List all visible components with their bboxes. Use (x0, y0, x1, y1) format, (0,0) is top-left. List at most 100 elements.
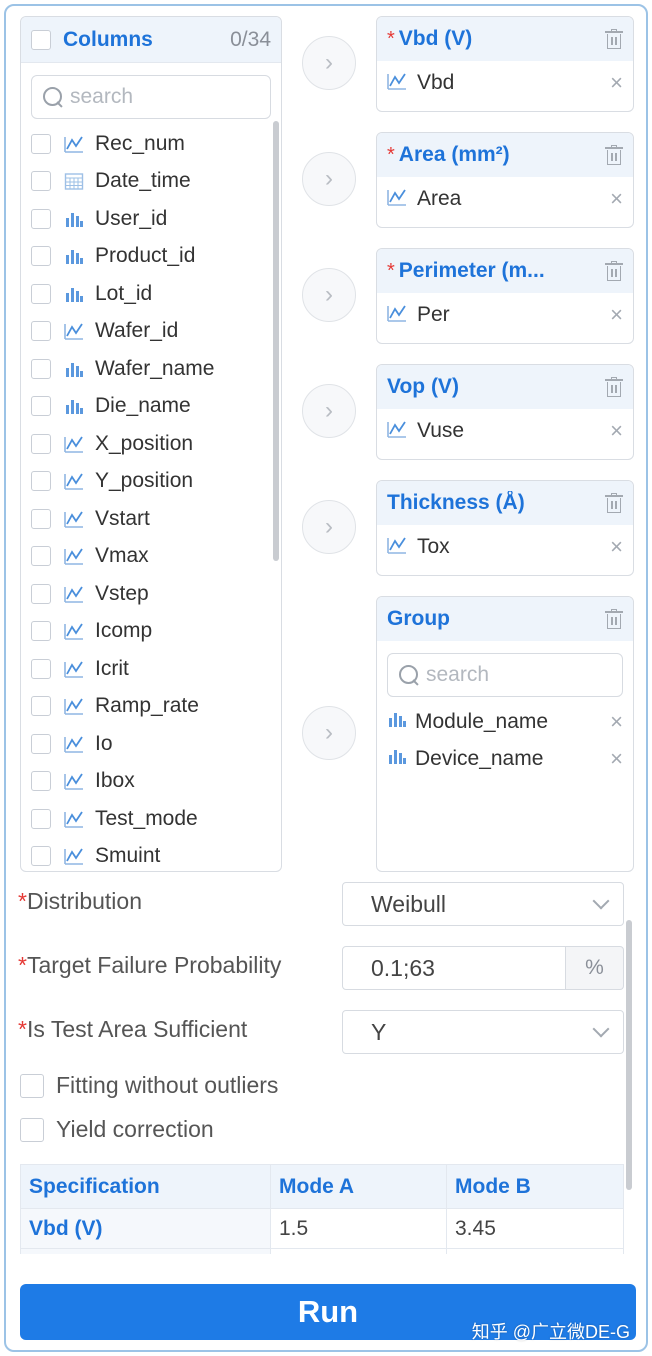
column-checkbox[interactable] (31, 508, 51, 529)
table-cell: Vbd (V) (20, 1208, 271, 1249)
column-checkbox[interactable] (31, 583, 51, 604)
test-area-select[interactable]: Y (342, 1010, 624, 1054)
column-checkbox[interactable] (31, 246, 51, 267)
trash-icon[interactable] (605, 29, 623, 49)
column-item[interactable]: Lot_id (21, 275, 281, 313)
target-title: Area (mm²) (398, 143, 510, 166)
move-to-thickness-button[interactable]: › (302, 500, 356, 554)
column-item[interactable]: Date_time (21, 163, 281, 201)
close-icon[interactable]: × (610, 418, 623, 444)
column-item[interactable]: Io (21, 725, 281, 763)
column-item[interactable]: User_id (21, 200, 281, 238)
yield-label: Yield correction (56, 1116, 214, 1142)
close-icon[interactable]: × (610, 746, 623, 772)
columns-count: 0/34 (230, 27, 271, 51)
fitting-checkbox[interactable] (20, 1073, 44, 1098)
column-item[interactable]: Smuint (21, 838, 281, 872)
target-item[interactable]: Area × (377, 177, 633, 221)
column-checkbox[interactable] (31, 358, 51, 379)
column-label: User_id (95, 206, 168, 230)
column-item[interactable]: Vstart (21, 500, 281, 538)
column-checkbox[interactable] (31, 546, 51, 567)
column-item[interactable]: Wafer_name (21, 350, 281, 388)
target-box: * Vbd (V) Vbd × (376, 16, 634, 112)
column-item[interactable]: Rec_num (21, 125, 281, 163)
percent-addon: % (566, 946, 624, 990)
table-cell[interactable]: 3.45 (446, 1208, 624, 1249)
column-checkbox[interactable] (31, 208, 51, 229)
close-icon[interactable]: × (610, 302, 623, 328)
select-all-checkbox[interactable] (31, 29, 51, 50)
test-area-value: Y (371, 1018, 387, 1045)
trash-icon[interactable] (605, 145, 623, 165)
line-chart-icon (63, 545, 85, 567)
group-search-input[interactable]: search (387, 653, 623, 697)
move-to-area-button[interactable]: › (302, 152, 356, 206)
close-icon[interactable]: × (610, 70, 623, 96)
yield-option[interactable]: Yield correction (20, 1116, 214, 1143)
column-checkbox[interactable] (31, 283, 51, 304)
column-checkbox[interactable] (31, 171, 51, 192)
column-item[interactable]: Vmax (21, 538, 281, 576)
column-checkbox[interactable] (31, 808, 51, 829)
search-icon (398, 664, 420, 686)
group-item-label: Device_name (415, 746, 544, 770)
column-item[interactable]: X_position (21, 425, 281, 463)
move-to-group-button[interactable]: › (302, 706, 356, 760)
group-item[interactable]: Module_name × (377, 703, 633, 740)
trash-icon[interactable] (605, 377, 623, 397)
distribution-select[interactable]: Weibull (342, 882, 624, 926)
column-item[interactable]: Ramp_rate (21, 688, 281, 726)
column-item[interactable]: Ibox (21, 763, 281, 801)
column-checkbox[interactable] (31, 846, 51, 867)
move-to-perimeter-button[interactable]: › (302, 268, 356, 322)
column-label: Vstart (95, 506, 150, 530)
column-label: Wafer_id (95, 319, 179, 343)
column-item[interactable]: Y_position (21, 463, 281, 501)
close-icon[interactable]: × (610, 534, 623, 560)
column-item[interactable]: Test_mode (21, 800, 281, 838)
column-checkbox[interactable] (31, 396, 51, 417)
group-item[interactable]: Device_name × (377, 740, 633, 777)
yield-checkbox[interactable] (20, 1117, 44, 1142)
target-item[interactable]: Vbd × (377, 61, 633, 105)
target-item[interactable]: Per × (377, 293, 633, 337)
form-scrollbar[interactable] (626, 920, 632, 1190)
column-checkbox[interactable] (31, 433, 51, 454)
table-cell[interactable]: 1.5 (270, 1208, 447, 1249)
column-checkbox[interactable] (31, 696, 51, 717)
trash-icon[interactable] (605, 493, 623, 513)
column-checkbox[interactable] (31, 658, 51, 679)
line-chart-icon (63, 508, 85, 530)
column-item[interactable]: Product_id (21, 238, 281, 276)
target-failure-input[interactable]: 0.1;63 (342, 946, 566, 990)
column-checkbox[interactable] (31, 771, 51, 792)
column-item[interactable]: Die_name (21, 388, 281, 426)
column-checkbox[interactable] (31, 133, 51, 154)
move-to-vbd-button[interactable]: › (302, 36, 356, 90)
fitting-option[interactable]: Fitting without outliers (20, 1072, 278, 1099)
column-checkbox[interactable] (31, 733, 51, 754)
column-item[interactable]: Icomp (21, 613, 281, 651)
target-header: * Area (mm²) (377, 133, 633, 177)
close-icon[interactable]: × (610, 709, 623, 735)
table-cell (20, 1248, 271, 1254)
target-item[interactable]: Vuse × (377, 409, 633, 453)
columns-search-input[interactable]: search (31, 75, 271, 119)
line-chart-icon (63, 133, 85, 155)
trash-icon[interactable] (605, 609, 623, 629)
group-header: Group (377, 597, 633, 641)
column-item[interactable]: Vstep (21, 575, 281, 613)
target-header: * Perimeter (m... (377, 249, 633, 293)
column-item[interactable]: Wafer_id (21, 313, 281, 351)
column-checkbox[interactable] (31, 471, 51, 492)
target-item[interactable]: Tox × (377, 525, 633, 569)
column-checkbox[interactable] (31, 321, 51, 342)
move-to-vop-button[interactable]: › (302, 384, 356, 438)
column-checkbox[interactable] (31, 621, 51, 642)
columns-scrollbar[interactable] (273, 121, 279, 561)
close-icon[interactable]: × (610, 186, 623, 212)
group-box: Group search Module_name × Device_name × (376, 596, 634, 872)
column-item[interactable]: Icrit (21, 650, 281, 688)
trash-icon[interactable] (605, 261, 623, 281)
